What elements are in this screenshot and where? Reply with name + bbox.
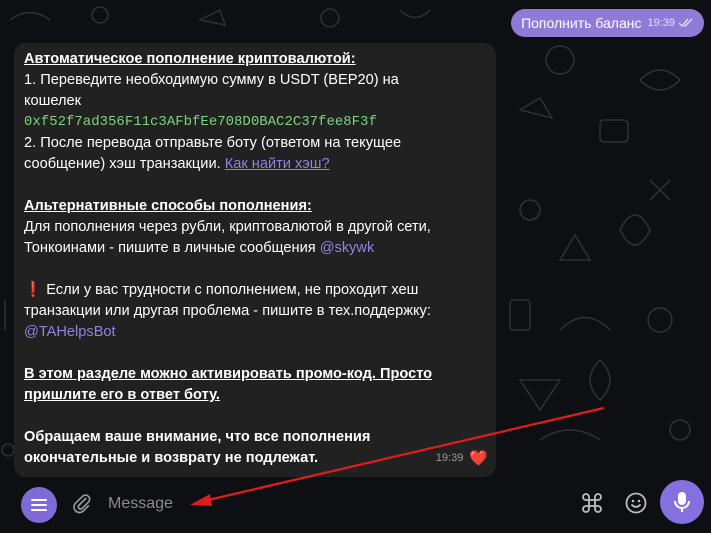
alternative-heading: Альтернативные способы пополнения:	[24, 198, 312, 214]
promo-line2: пришлите его в ответ боту.	[24, 387, 220, 403]
message-input[interactable]	[106, 491, 470, 517]
step2-text: сообщение) хэш транзакции.	[24, 156, 221, 172]
incoming-message[interactable]: Автоматическое пополнение криптовалютой:…	[14, 43, 496, 477]
menu-icon	[31, 499, 47, 511]
outgoing-message-text: Пополнить баланс	[521, 15, 642, 31]
warning-line2: транзакции или другая проблема - пишите …	[24, 303, 431, 319]
alternative-line2: Тонкоинами - пишите в личные сообщения @…	[24, 238, 486, 259]
command-icon[interactable]	[580, 491, 604, 515]
incoming-message-meta: 19:39 ❤️	[436, 448, 488, 469]
incoming-message-time: 19:39	[435, 452, 464, 464]
notice-line1: Обращаем ваше внимание, что все пополнен…	[24, 429, 371, 445]
outgoing-message-time: 19:39	[647, 17, 675, 29]
warning-line1: ❗ Если у вас трудности с пополнением, не…	[24, 280, 486, 301]
step2-line2: сообщение) хэш транзакции. Как найти хэш…	[24, 154, 486, 175]
alternative-text: Тонкоинами - пишите в личные сообщения	[24, 240, 316, 256]
support-bot-link[interactable]: @TAHelpsBot	[24, 322, 486, 343]
hash-help-link[interactable]: Как найти хэш?	[225, 156, 330, 172]
step1-line2: кошелек	[24, 93, 82, 109]
step1-line1: 1. Переведите необходимую сумму в USDT (…	[24, 72, 399, 88]
outgoing-message[interactable]: Пополнить баланс 19:39	[511, 9, 704, 37]
outgoing-message-meta: 19:39	[647, 17, 694, 29]
crypto-heading: Автоматическое пополнение криптовалютой:	[24, 51, 356, 67]
bot-menu-button[interactable]	[21, 487, 57, 523]
step2-line1: 2. После перевода отправьте боту (ответо…	[24, 135, 402, 151]
double-check-icon	[678, 18, 693, 28]
paperclip-icon[interactable]	[71, 493, 93, 515]
promo-line1: В этом разделе можно активировать промо-…	[24, 366, 433, 382]
microphone-button[interactable]	[660, 480, 704, 524]
warning-text: Если у вас трудности с пополнением, не п…	[46, 282, 419, 298]
heart-reaction[interactable]: ❤️	[469, 448, 488, 469]
message-composer	[0, 478, 711, 528]
wallet-address[interactable]: 0xf52f7ad356F11c3AFbfEe708D0BAC2C37fee8F…	[24, 112, 486, 133]
skywk-mention-link[interactable]: @skywk	[320, 240, 375, 256]
exclamation-icon: ❗	[24, 282, 43, 298]
notice-line2: окончательные и возврату не подлежат.	[24, 450, 319, 466]
alternative-line1: Для пополнения через рубли, криптовалюто…	[24, 219, 431, 235]
microphone-icon	[674, 492, 690, 512]
emoji-icon[interactable]	[624, 491, 648, 515]
